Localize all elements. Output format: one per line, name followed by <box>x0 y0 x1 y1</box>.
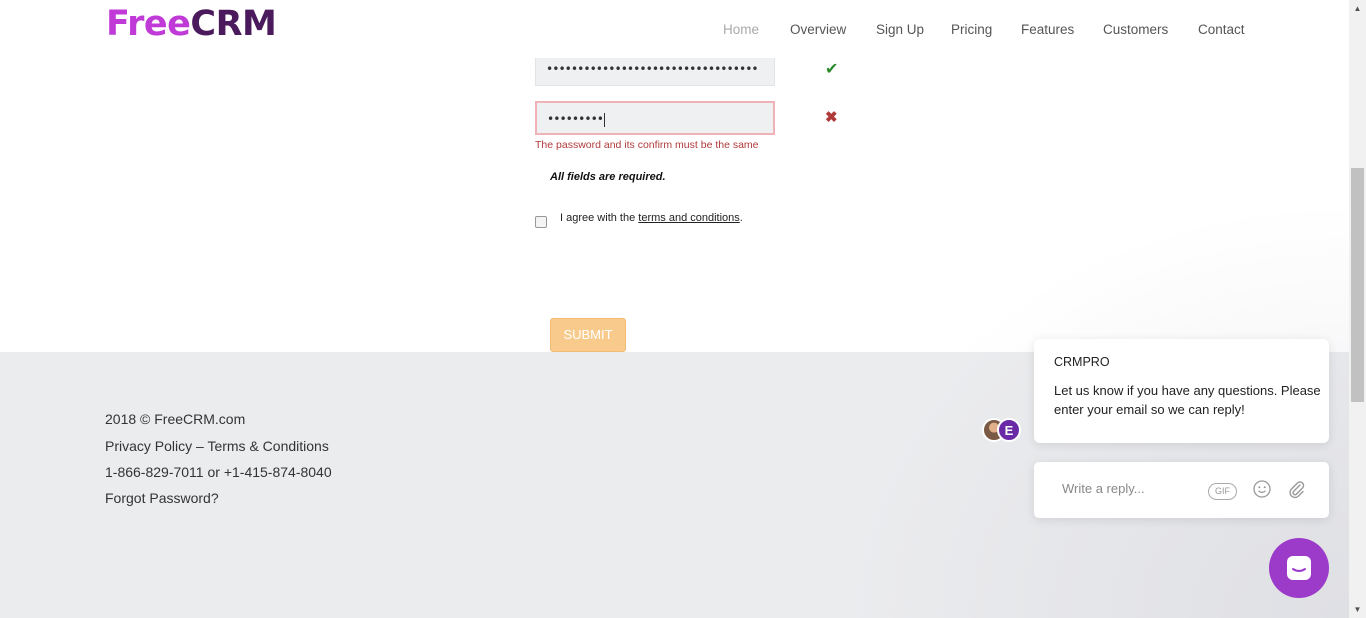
terms-link[interactable]: terms and conditions <box>638 212 740 224</box>
scroll-down-arrow-icon[interactable]: ▼ <box>1349 601 1366 618</box>
agree-prefix: I agree with the <box>560 212 636 224</box>
footer-phone-numbers: 1-866-829-7011 or +1-415-874-8040 <box>105 464 332 480</box>
forgot-password-link[interactable]: Forgot Password? <box>105 490 219 506</box>
logo-part-free: Free <box>106 4 191 44</box>
footer-copyright: 2018 © FreeCRM.com <box>105 411 246 427</box>
logo-part-crm: CRM <box>190 4 277 44</box>
password-mismatch-error: The password and its confirm must be the… <box>535 139 759 151</box>
navbar: FreeCRM Home Overview Sign Up Pricing Fe… <box>0 0 1349 58</box>
gif-button[interactable]: GIF <box>1208 483 1237 500</box>
nav-pricing[interactable]: Pricing <box>951 22 992 37</box>
scroll-up-arrow-icon[interactable]: ▲ <box>1349 0 1366 17</box>
messenger-icon <box>1287 556 1311 580</box>
chat-message-text: Let us know if you have any questions. P… <box>1054 383 1321 417</box>
terms-agreement-label: I agree with the terms and conditions. <box>560 212 743 224</box>
cross-icon: ✖ <box>825 109 838 126</box>
confirm-password-field[interactable]: ••••••••• <box>535 101 775 135</box>
chat-reply-input[interactable]: Write a reply... <box>1062 481 1145 496</box>
nav-signup[interactable]: Sign Up <box>876 22 924 37</box>
nav-overview[interactable]: Overview <box>790 22 846 37</box>
terms-checkbox[interactable] <box>535 216 547 228</box>
page-scrollbar[interactable]: ▲ ▼ <box>1349 0 1366 618</box>
required-fields-note: All fields are required. <box>550 171 666 183</box>
emoji-icon[interactable] <box>1252 479 1272 504</box>
footer-policy-link[interactable]: Privacy Policy – Terms & Conditions <box>105 438 329 454</box>
agree-suffix: . <box>739 212 743 224</box>
freecrm-logo[interactable]: FreeCRM <box>106 4 277 44</box>
text-caret <box>604 112 606 127</box>
chat-launcher-button[interactable] <box>1269 538 1329 598</box>
chat-message-bubble: CRMPRO Let us know if you have any quest… <box>1034 339 1329 443</box>
nav-contact[interactable]: Contact <box>1198 22 1245 37</box>
nav-features[interactable]: Features <box>1021 22 1074 37</box>
attachment-paperclip-icon[interactable] <box>1286 479 1306 504</box>
confirm-password-value: ••••••••• <box>547 112 604 126</box>
checkmark-icon: ✔ <box>825 61 839 78</box>
nav-home[interactable]: Home <box>723 22 759 37</box>
submit-button[interactable]: SUBMIT <box>550 318 626 352</box>
nav-customers[interactable]: Customers <box>1103 22 1168 37</box>
chat-reply-box[interactable]: Write a reply... GIF <box>1034 462 1329 518</box>
chat-sender-name: CRMPRO <box>1054 355 1110 369</box>
agent-letter-avatar: E <box>997 418 1021 442</box>
scrollbar-thumb[interactable] <box>1351 168 1364 402</box>
